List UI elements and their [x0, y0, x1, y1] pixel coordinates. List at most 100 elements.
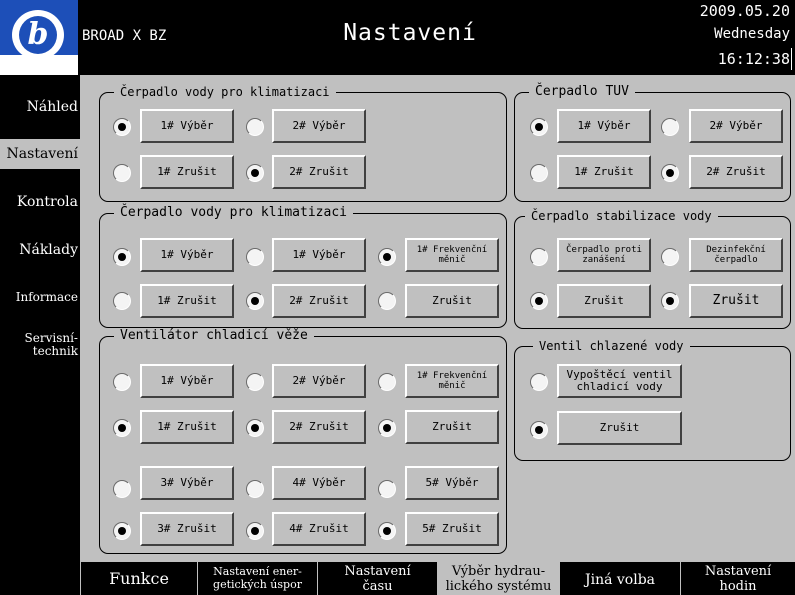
button-g6-drain-valve[interactable]: Vypoštěcí ventil chladicí vody — [557, 364, 682, 398]
radio-g5-10[interactable] — [246, 522, 264, 540]
radio-g5-9[interactable] — [113, 522, 131, 540]
sidebar-item-label-line2: technik — [32, 344, 78, 358]
radio-g4-0[interactable] — [530, 248, 548, 266]
sidebar-item-nastaveni[interactable]: Nastavení — [0, 139, 80, 169]
sidebar-item-naklady[interactable]: Náklady — [0, 242, 80, 258]
tab-label-line1: Nastavení — [704, 564, 772, 579]
sidebar-item-servisni-technik[interactable]: Servisní- technik — [0, 332, 80, 358]
radio-g4-1[interactable] — [661, 248, 679, 266]
button-g5-cancel-1[interactable]: 1# Zrušit — [140, 410, 234, 444]
radio-g2-3[interactable] — [661, 164, 679, 182]
button-g2-cancel-1[interactable]: 1# Zrušit — [557, 155, 651, 189]
tab-label-line1: Výběr hydrau- — [451, 564, 546, 579]
button-g5-cancel-3[interactable]: Zrušit — [405, 410, 499, 444]
weekday-display: Wednesday — [714, 26, 790, 42]
tab-funkce[interactable]: Funkce — [80, 562, 197, 595]
broad-logo: b — [0, 0, 78, 75]
button-g5-select-1[interactable]: 1# Výběr — [140, 364, 234, 398]
button-g5-select-3[interactable]: 3# Výběr — [140, 466, 234, 500]
group-ventil-chlazene-vody: Ventil chlazené vody Vypoštěcí ventil ch… — [514, 338, 791, 461]
radio-g3-5[interactable] — [378, 292, 396, 310]
tab-jina-volba[interactable]: Jiná volba — [559, 562, 680, 595]
header-bar: b BROAD X BZ Nastavení 2009.05.20 Wednes… — [0, 0, 795, 75]
group-cerpadlo-klimatizace-2: Čerpadlo vody pro klimatizaci 1# Výběr 1… — [99, 205, 507, 328]
radio-g2-1[interactable] — [661, 118, 679, 136]
sidebar-item-informace[interactable]: Informace — [0, 291, 80, 304]
button-g3-cancel-2[interactable]: 2# Zrušit — [272, 284, 366, 318]
radio-g2-0[interactable] — [530, 118, 548, 136]
radio-g5-5[interactable] — [378, 419, 396, 437]
group-ventilator-chladici-veze: Ventilátor chladicí věže 1# Výběr 2# Výb… — [99, 328, 507, 554]
button-g1-cancel-2[interactable]: 2# Zrušit — [272, 155, 366, 189]
radio-g3-3[interactable] — [113, 292, 131, 310]
radio-g4-2[interactable] — [530, 292, 548, 310]
button-g3-cancel-1[interactable]: 1# Zrušit — [140, 284, 234, 318]
sidebar-item-nahled[interactable]: Náhled — [0, 99, 80, 115]
tab-label-line2: hodin — [719, 579, 757, 594]
radio-g3-2[interactable] — [378, 248, 396, 266]
radio-g1-0[interactable] — [113, 118, 131, 136]
tab-label-line1: Nastavení ener- — [213, 565, 302, 578]
button-g5-cancel-2[interactable]: 2# Zrušit — [272, 410, 366, 444]
date-display: 2009.05.20 — [699, 2, 790, 20]
button-g2-cancel-2[interactable]: 2# Zrušit — [689, 155, 783, 189]
time-display: 16:12:38 — [717, 50, 790, 68]
button-g4-cancel-1[interactable]: Zrušit — [557, 284, 651, 318]
radio-g5-3[interactable] — [113, 419, 131, 437]
radio-g5-0[interactable] — [113, 373, 131, 391]
radio-g1-3[interactable] — [246, 164, 264, 182]
group-cerpadlo-klimatizace-1: Čerpadlo vody pro klimatizaci 1# Výběr 2… — [99, 84, 507, 202]
radio-g1-1[interactable] — [246, 118, 264, 136]
radio-g5-11[interactable] — [378, 522, 396, 540]
radio-g5-8[interactable] — [378, 480, 396, 498]
radio-g4-3[interactable] — [661, 292, 679, 310]
tab-label-line2: času — [362, 579, 393, 594]
radio-g2-2[interactable] — [530, 164, 548, 182]
radio-g5-6[interactable] — [113, 480, 131, 498]
radio-g3-0[interactable] — [113, 248, 131, 266]
button-g4-anti-fouling-pump[interactable]: Čerpadlo proti zanášení — [557, 238, 651, 272]
tab-label-line1: Nastavení — [344, 564, 411, 579]
button-g3-frequency-converter[interactable]: 1# Frekvenční měnič — [405, 238, 499, 272]
tab-vyber-hydraulickeho-systemu[interactable]: Výběr hydrau- lického systému — [437, 562, 559, 595]
sidebar-item-kontrola[interactable]: Kontrola — [0, 194, 80, 210]
button-g3-select-1b[interactable]: 1# Výběr — [272, 238, 366, 272]
radio-g6-0[interactable] — [530, 373, 548, 391]
group-title: Čerpadlo vody pro klimatizaci — [114, 84, 336, 100]
tab-nastaveni-casu[interactable]: Nastavení času — [317, 562, 437, 595]
button-g2-select-2[interactable]: 2# Výběr — [689, 109, 783, 143]
radio-g1-2[interactable] — [113, 164, 131, 182]
group-title: Čerpadlo stabilizace vody — [525, 208, 718, 224]
button-g5-select-2[interactable]: 2# Výběr — [272, 364, 366, 398]
page-title: Nastavení — [343, 20, 477, 46]
button-g5-cancel-6[interactable]: 5# Zrušit — [405, 512, 499, 546]
button-g5-cancel-5[interactable]: 4# Zrušit — [272, 512, 366, 546]
sidebar: Náhled Nastavení Kontrola Náklady Inform… — [0, 75, 80, 562]
group-cerpadlo-tuv: Čerpadlo TUV 1# Výběr 2# Výběr 1# Zrušit… — [514, 84, 791, 202]
radio-g5-2[interactable] — [378, 373, 396, 391]
button-g6-cancel[interactable]: Zrušit — [557, 411, 682, 445]
button-g1-cancel-1[interactable]: 1# Zrušit — [140, 155, 234, 189]
radio-g6-1[interactable] — [530, 421, 548, 439]
button-g5-select-4[interactable]: 4# Výběr — [272, 466, 366, 500]
button-g5-select-5[interactable]: 5# Výběr — [405, 466, 499, 500]
radio-g3-4[interactable] — [246, 292, 264, 310]
tab-nastaveni-energetickych-uspor[interactable]: Nastavení ener- getických úspor — [197, 562, 317, 595]
radio-g3-1[interactable] — [246, 248, 264, 266]
button-g2-select-1[interactable]: 1# Výběr — [557, 109, 651, 143]
button-g5-frequency-converter[interactable]: 1# Frekvenční měnič — [405, 364, 499, 398]
button-g4-cancel-2[interactable]: Zrušit — [689, 284, 783, 318]
button-g1-select-2[interactable]: 2# Výběr — [272, 109, 366, 143]
button-g3-select-1[interactable]: 1# Výběr — [140, 238, 234, 272]
logo-icon: b — [19, 16, 57, 54]
radio-g5-4[interactable] — [246, 419, 264, 437]
button-g5-cancel-4[interactable]: 3# Zrušit — [140, 512, 234, 546]
radio-g5-7[interactable] — [246, 480, 264, 498]
group-title: Čerpadlo TUV — [529, 84, 635, 100]
tab-nastaveni-hodin[interactable]: Nastavení hodin — [680, 562, 795, 595]
radio-g5-1[interactable] — [246, 373, 264, 391]
button-g1-select-1[interactable]: 1# Výběr — [140, 109, 234, 143]
button-g4-disinfection-pump[interactable]: Dezinfekční čerpadlo — [689, 238, 783, 272]
button-g3-cancel-3[interactable]: Zrušit — [405, 284, 499, 318]
brand-label: BROAD X BZ — [82, 28, 167, 44]
